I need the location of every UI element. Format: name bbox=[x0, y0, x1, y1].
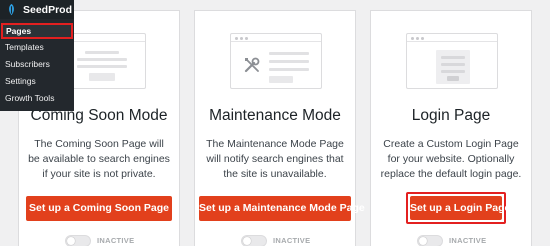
brand-name: SeedProd bbox=[23, 3, 73, 16]
card-description: Create a Custom Login Page for your webs… bbox=[380, 138, 522, 180]
status-row: INACTIVE bbox=[19, 235, 179, 246]
menu-item-growth-tools[interactable]: Growth Tools bbox=[0, 90, 74, 107]
setup-maintenance-button[interactable]: Set up a Maintenance Mode Page bbox=[199, 196, 365, 221]
seedprod-logo-icon bbox=[9, 3, 14, 16]
button-highlight: Set up a Login Page bbox=[406, 192, 510, 224]
maintenance-card: Maintenance Mode The Maintenance Mode Pa… bbox=[194, 10, 365, 246]
admin-submenu: Pages Templates Subscribers Settings Gro… bbox=[0, 23, 74, 107]
status-toggle[interactable] bbox=[417, 235, 443, 246]
status-toggle[interactable] bbox=[65, 235, 91, 246]
login-page-card: Login Page Create a Custom Login Page fo… bbox=[370, 10, 532, 246]
setup-login-page-button[interactable]: Set up a Login Page bbox=[410, 196, 510, 220]
toggle-knob bbox=[243, 237, 251, 245]
admin-menu-header[interactable]: SeedProd bbox=[0, 0, 74, 19]
menu-item-settings[interactable]: Settings bbox=[0, 73, 74, 90]
status-label: INACTIVE bbox=[97, 236, 135, 245]
status-label: INACTIVE bbox=[273, 236, 311, 245]
admin-menu: SeedProd Pages Templates Subscribers Set… bbox=[0, 0, 74, 111]
status-label: INACTIVE bbox=[449, 236, 487, 245]
toggle-knob bbox=[67, 237, 75, 245]
card-title: Maintenance Mode bbox=[209, 107, 341, 124]
tools-illustration-icon bbox=[230, 33, 322, 89]
status-toggle[interactable] bbox=[241, 235, 267, 246]
menu-item-subscribers[interactable]: Subscribers bbox=[0, 56, 74, 73]
login-illustration-icon bbox=[406, 33, 498, 89]
toggle-knob bbox=[419, 237, 427, 245]
setup-coming-soon-button[interactable]: Set up a Coming Soon Page bbox=[26, 196, 172, 221]
menu-item-templates[interactable]: Templates bbox=[0, 39, 74, 56]
menu-item-pages[interactable]: Pages bbox=[1, 23, 73, 39]
card-description: The Maintenance Mode Page will notify se… bbox=[206, 138, 344, 180]
card-title: Login Page bbox=[411, 107, 491, 124]
status-row: INACTIVE bbox=[195, 235, 355, 246]
card-description: The Coming Soon Page will be available t… bbox=[28, 138, 170, 180]
wrench-screwdriver-icon bbox=[243, 56, 261, 77]
status-row: INACTIVE bbox=[371, 235, 531, 246]
